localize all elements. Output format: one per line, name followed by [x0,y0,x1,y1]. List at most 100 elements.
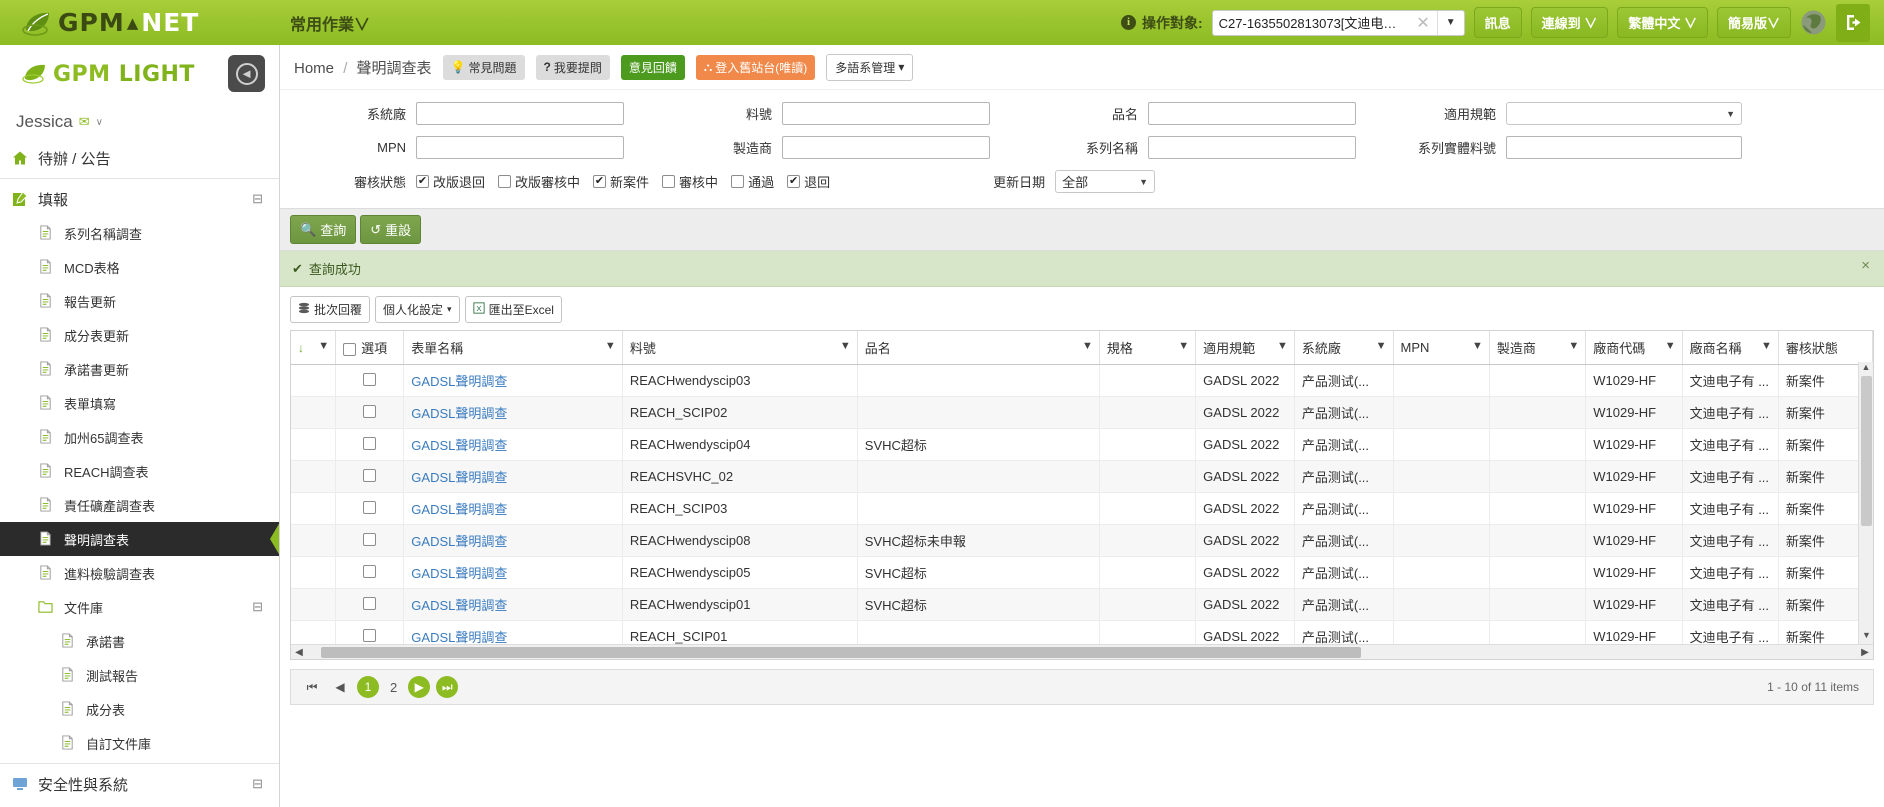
table-header-vendor_code[interactable]: 廠商代碼▼ [1586,331,1682,365]
grid-toolbar-button-1[interactable]: 個人化設定▾ [375,296,460,323]
next-page-button[interactable]: ▶ [408,676,430,698]
app-logo[interactable]: GPM▲NET [0,8,280,37]
sidebar-logo[interactable]: GPM LIGHT ◄ [0,45,279,103]
horizontal-scrollbar[interactable]: ◀ ▶ [291,644,1873,659]
form-name-link[interactable]: GADSL聲明調查 [411,374,507,389]
sidebar-item-14[interactable]: 承諾書 [0,624,279,658]
expand-toggle-icon[interactable]: ⊟ [252,776,263,792]
filter-icon[interactable]: ▼ [1568,340,1579,352]
sidebar-item-2[interactable]: 系列名稱調查 [0,216,279,250]
manufacturer-input[interactable] [782,136,990,159]
sidebar-item-7[interactable]: 表單填寫 [0,386,279,420]
system-maker-input[interactable] [416,102,624,125]
table-row[interactable]: GADSL聲明調查REACHwendyscip08SVHC超标未申報GADSL … [291,525,1873,557]
sidebar-item-4[interactable]: 報告更新 [0,284,279,318]
product-name-input[interactable] [1148,102,1356,125]
filter-icon[interactable]: ▼ [318,340,329,352]
form-name-link[interactable]: GADSL聲明調查 [411,566,507,581]
table-header-part_no[interactable]: 料號▼ [622,331,857,365]
row-checkbox[interactable] [363,469,376,482]
table-row[interactable]: GADSL聲明調查REACHwendyscip03GADSL 2022产品测试(… [291,365,1873,397]
select-all-checkbox[interactable] [343,343,356,356]
filter-icon[interactable]: ▼ [1277,340,1288,352]
row-checkbox[interactable] [363,437,376,450]
sidebar-item-18[interactable]: 安全性與系統⊟ [0,767,279,801]
row-checkbox[interactable] [363,597,376,610]
table-header-system_maker[interactable]: 系統廠▼ [1294,331,1393,365]
sidebar-item-3[interactable]: MCD表格 [0,250,279,284]
sidebar-collapse-button[interactable]: ◄ [228,55,265,92]
row-checkbox[interactable] [363,533,376,546]
table-row[interactable]: GADSL聲明調查REACHSVHC_02GADSL 2022产品测试(...W… [291,461,1873,493]
vertical-scrollbar[interactable]: ▲ ▼ [1858,362,1873,644]
breadcrumb-home[interactable]: Home [294,60,334,77]
close-icon[interactable]: × [1861,257,1870,274]
sidebar-item-1[interactable]: 填報⊟ [0,182,279,216]
expand-toggle-icon[interactable]: ⊟ [252,599,263,615]
page-button-2[interactable]: 2 [385,680,402,695]
messages-button[interactable]: 訊息 [1474,7,1522,38]
operate-target-combobox[interactable]: C27-1635502813073[文迪电子有限... ✕ ▼ [1212,10,1465,36]
sort-arrow-icon[interactable]: ↓ [298,341,304,355]
scroll-down-arrow[interactable]: ▼ [1859,630,1874,644]
last-page-button[interactable]: ⏭ [436,676,458,698]
scroll-right-arrow[interactable]: ▶ [1857,647,1873,658]
filter-icon[interactable]: ▼ [1082,340,1093,352]
form-name-link[interactable]: GADSL聲明調查 [411,630,507,645]
filter-icon[interactable]: ▼ [1761,340,1772,352]
row-checkbox[interactable] [363,373,376,386]
scroll-up-arrow[interactable]: ▲ [1859,362,1873,376]
table-header-manufacturer[interactable]: 製造商▼ [1489,331,1585,365]
form-name-link[interactable]: GADSL聲明調查 [411,406,507,421]
table-header-vendor_name[interactable]: 廠商名稱▼ [1682,331,1778,365]
sidebar-item-5[interactable]: 成分表更新 [0,318,279,352]
horizontal-scroll-thumb[interactable] [321,647,1361,658]
table-header-sort[interactable]: ↓▼ [291,331,336,365]
form-name-link[interactable]: GADSL聲明調查 [411,470,507,485]
vertical-scroll-thumb[interactable] [1861,376,1872,526]
prev-page-button[interactable]: ◀ [329,676,351,698]
envelope-icon[interactable]: ✉ [79,114,90,130]
connect-to-button[interactable]: 連線到 ∨ [1531,7,1609,38]
table-header-form_name[interactable]: 表單名稱▼ [404,331,623,365]
table-header-review_status[interactable]: 審核狀態 [1778,331,1872,365]
clear-icon[interactable]: ✕ [1409,13,1436,33]
filter-icon[interactable]: ▼ [1665,340,1676,352]
legacy-site-login-button[interactable]: ⛬登入舊站台(唯讀) [696,55,815,80]
sidebar-item-19[interactable]: 系統識別與授權⊟ [0,801,279,807]
filter-icon[interactable]: ▼ [605,340,616,352]
review-status-checkbox-0[interactable] [416,175,429,188]
sidebar-item-10[interactable]: 責任礦產調查表 [0,488,279,522]
horizontal-scroll-track[interactable] [307,647,1857,658]
filter-icon[interactable]: ▼ [1376,340,1387,352]
filter-icon[interactable]: ▼ [840,340,851,352]
row-checkbox[interactable] [363,405,376,418]
review-status-checkbox-2[interactable] [593,175,606,188]
sidebar-item-12[interactable]: 進料檢驗調查表 [0,556,279,590]
chevron-down-icon[interactable]: ▼ [1438,17,1464,28]
language-button[interactable]: 繁體中文 ∨ [1617,7,1708,38]
user-menu[interactable]: Jessica ✉ ∨ [0,103,279,141]
standard-select[interactable]: ▼ [1506,102,1742,125]
logout-button[interactable] [1836,4,1870,42]
table-header-select[interactable]: 選項 [336,331,404,365]
row-checkbox[interactable] [363,629,376,642]
simple-version-button[interactable]: 簡易版∨ [1717,7,1791,38]
form-name-link[interactable]: GADSL聲明調查 [411,598,507,613]
sidebar-item-0[interactable]: 待辦 / 公告 [0,141,279,175]
first-page-button[interactable]: ⏮ [301,676,323,698]
scroll-left-arrow[interactable]: ◀ [291,647,307,658]
common-tasks-menu[interactable]: 常用作業∨ [290,11,370,35]
series-part-no-input[interactable] [1506,136,1742,159]
search-button[interactable]: 🔍 查詢 [290,215,356,244]
review-status-checkbox-4[interactable] [731,175,744,188]
row-checkbox[interactable] [363,501,376,514]
table-row[interactable]: GADSL聲明調查REACHwendyscip01SVHC超标GADSL 202… [291,589,1873,621]
feedback-button[interactable]: 意見回饋 [621,55,685,80]
form-name-link[interactable]: GADSL聲明調查 [411,438,507,453]
reset-button[interactable]: ↺ 重設 [360,215,421,244]
globe-icon[interactable] [1800,9,1827,36]
row-checkbox[interactable] [363,565,376,578]
expand-toggle-icon[interactable]: ⊟ [252,191,263,207]
mpn-input[interactable] [416,136,624,159]
